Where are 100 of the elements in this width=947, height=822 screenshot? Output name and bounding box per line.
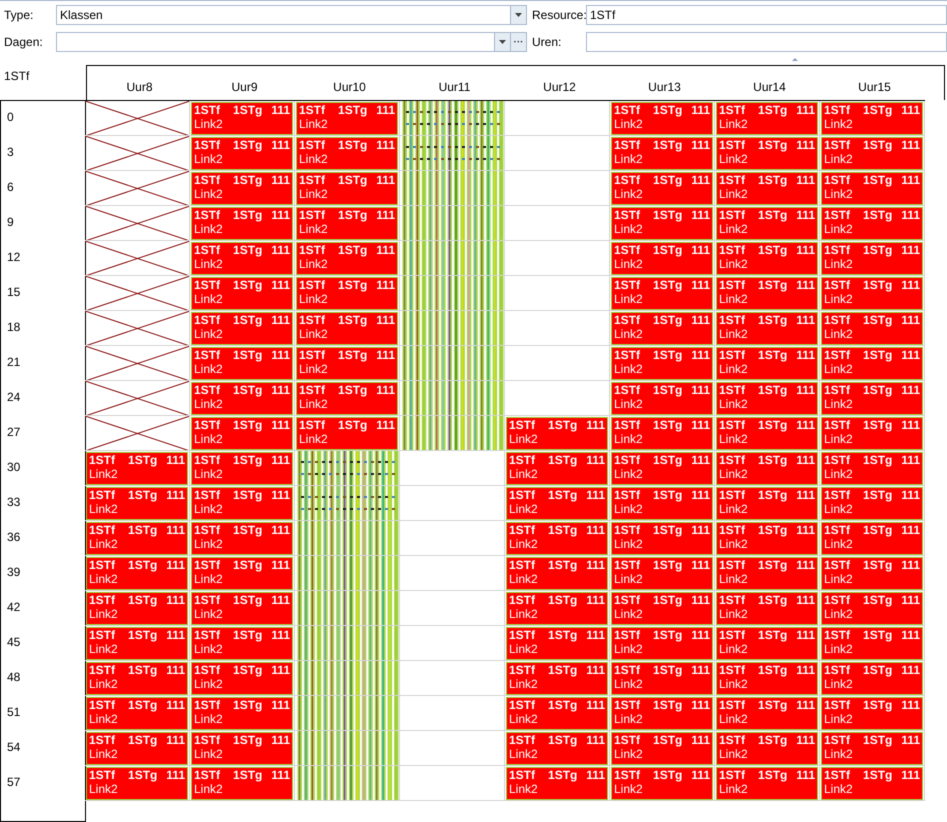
lesson-card[interactable]: 1STf 1STg 111 Link2 bbox=[86, 732, 188, 765]
lesson-card[interactable]: 1STf 1STg 111 Link2 bbox=[716, 627, 818, 660]
dagen-dropdown[interactable]: ··· bbox=[56, 32, 527, 52]
lesson-card[interactable]: 1STf 1STg 111 Link2 bbox=[611, 277, 713, 310]
lesson-card[interactable]: 1STf 1STg 111 Link2 bbox=[716, 242, 818, 275]
lesson-card[interactable]: 1STf 1STg 111 Link2 bbox=[86, 662, 188, 695]
lesson-card[interactable]: 1STf 1STg 111 Link2 bbox=[191, 347, 293, 380]
lesson-card[interactable]: 1STf 1STg 111 Link2 bbox=[821, 417, 923, 450]
lesson-card[interactable]: 1STf 1STg 111 Link2 bbox=[191, 662, 293, 695]
lesson-card[interactable]: 1STf 1STg 111 Link2 bbox=[821, 487, 923, 520]
lesson-card[interactable]: 1STf 1STg 111 Link2 bbox=[821, 347, 923, 380]
lesson-card[interactable]: 1STf 1STg 111 Link2 bbox=[716, 662, 818, 695]
lesson-card[interactable]: 1STf 1STg 111 Link2 bbox=[716, 382, 818, 415]
lesson-card[interactable]: 1STf 1STg 111 Link2 bbox=[821, 522, 923, 555]
lesson-card[interactable]: 1STf 1STg 111 Link2 bbox=[716, 732, 818, 765]
lesson-card[interactable]: 1STf 1STg 111 Link2 bbox=[506, 487, 608, 520]
lesson-card[interactable]: 1STf 1STg 111 Link2 bbox=[506, 662, 608, 695]
lesson-card[interactable]: 1STf 1STg 111 Link2 bbox=[821, 732, 923, 765]
lesson-card[interactable]: 1STf 1STg 111 Link2 bbox=[191, 557, 293, 590]
column-header[interactable]: Uur11 bbox=[402, 78, 507, 96]
lesson-card[interactable]: 1STf 1STg 111 Link2 bbox=[296, 417, 398, 450]
lesson-card[interactable]: 1STf 1STg 111 Link2 bbox=[611, 347, 713, 380]
dropdown-caret-icon[interactable] bbox=[499, 40, 506, 44]
lesson-card[interactable]: 1STf 1STg 111 Link2 bbox=[821, 627, 923, 660]
lesson-card[interactable]: 1STf 1STg 111 Link2 bbox=[86, 522, 188, 555]
lesson-card[interactable]: 1STf 1STg 111 Link2 bbox=[716, 557, 818, 590]
lesson-card[interactable]: 1STf 1STg 111 Link2 bbox=[611, 242, 713, 275]
lesson-card[interactable]: 1STf 1STg 111 Link2 bbox=[611, 137, 713, 170]
lesson-card[interactable]: 1STf 1STg 111 Link2 bbox=[296, 277, 398, 310]
lesson-card[interactable]: 1STf 1STg 111 Link2 bbox=[716, 102, 818, 135]
lesson-card[interactable]: 1STf 1STg 111 Link2 bbox=[716, 522, 818, 555]
lesson-card[interactable]: 1STf 1STg 111 Link2 bbox=[611, 312, 713, 345]
lesson-card[interactable]: 1STf 1STg 111 Link2 bbox=[296, 172, 398, 205]
lesson-card[interactable]: 1STf 1STg 111 Link2 bbox=[611, 557, 713, 590]
lesson-card[interactable]: 1STf 1STg 111 Link2 bbox=[716, 172, 818, 205]
type-dropdown[interactable]: Klassen bbox=[56, 5, 527, 25]
lesson-card[interactable]: 1STf 1STg 111 Link2 bbox=[191, 522, 293, 555]
lesson-card[interactable]: 1STf 1STg 111 Link2 bbox=[716, 452, 818, 485]
lesson-card[interactable]: 1STf 1STg 111 Link2 bbox=[506, 452, 608, 485]
column-header[interactable]: Uur13 bbox=[612, 78, 717, 96]
lesson-card[interactable]: 1STf 1STg 111 Link2 bbox=[86, 627, 188, 660]
lesson-card[interactable]: 1STf 1STg 111 Link2 bbox=[611, 697, 713, 730]
lesson-card[interactable]: 1STf 1STg 111 Link2 bbox=[716, 207, 818, 240]
lesson-card[interactable]: 1STf 1STg 111 Link2 bbox=[191, 312, 293, 345]
lesson-card[interactable]: 1STf 1STg 111 Link2 bbox=[506, 592, 608, 625]
lesson-card[interactable]: 1STf 1STg 111 Link2 bbox=[611, 592, 713, 625]
lesson-card[interactable]: 1STf 1STg 111 Link2 bbox=[506, 522, 608, 555]
lesson-card[interactable]: 1STf 1STg 111 Link2 bbox=[821, 382, 923, 415]
lesson-card[interactable]: 1STf 1STg 111 Link2 bbox=[821, 557, 923, 590]
lesson-card[interactable]: 1STf 1STg 111 Link2 bbox=[821, 697, 923, 730]
lesson-card[interactable]: 1STf 1STg 111 Link2 bbox=[191, 417, 293, 450]
resource-field[interactable]: 1STf bbox=[586, 5, 947, 25]
lesson-card[interactable]: 1STf 1STg 111 Link2 bbox=[191, 697, 293, 730]
lesson-card[interactable]: 1STf 1STg 111 Link2 bbox=[506, 697, 608, 730]
lesson-card[interactable]: 1STf 1STg 111 Link2 bbox=[296, 382, 398, 415]
lesson-card[interactable]: 1STf 1STg 111 Link2 bbox=[86, 487, 188, 520]
uren-field[interactable] bbox=[586, 32, 947, 52]
dropdown-caret-icon[interactable] bbox=[515, 13, 522, 17]
lesson-card[interactable]: 1STf 1STg 111 Link2 bbox=[611, 417, 713, 450]
more-button[interactable]: ··· bbox=[510, 33, 526, 51]
lesson-card[interactable]: 1STf 1STg 111 Link2 bbox=[191, 767, 293, 800]
column-header[interactable]: Uur15 bbox=[822, 78, 927, 96]
lesson-card[interactable]: 1STf 1STg 111 Link2 bbox=[821, 312, 923, 345]
lesson-card[interactable]: 1STf 1STg 111 Link2 bbox=[191, 137, 293, 170]
lesson-card[interactable]: 1STf 1STg 111 Link2 bbox=[611, 522, 713, 555]
column-header[interactable]: Uur12 bbox=[507, 78, 612, 96]
lesson-card[interactable]: 1STf 1STg 111 Link2 bbox=[611, 662, 713, 695]
lesson-card[interactable]: 1STf 1STg 111 Link2 bbox=[821, 592, 923, 625]
lesson-card[interactable]: 1STf 1STg 111 Link2 bbox=[716, 592, 818, 625]
lesson-card[interactable]: 1STf 1STg 111 Link2 bbox=[821, 172, 923, 205]
lesson-card[interactable]: 1STf 1STg 111 Link2 bbox=[191, 382, 293, 415]
splitter-arrow-icon[interactable] bbox=[792, 58, 798, 61]
column-header[interactable]: Uur9 bbox=[192, 78, 297, 96]
lesson-card[interactable]: 1STf 1STg 111 Link2 bbox=[191, 277, 293, 310]
lesson-card[interactable]: 1STf 1STg 111 Link2 bbox=[506, 417, 608, 450]
lesson-card[interactable]: 1STf 1STg 111 Link2 bbox=[821, 662, 923, 695]
lesson-card[interactable]: 1STf 1STg 111 Link2 bbox=[611, 102, 713, 135]
lesson-card[interactable]: 1STf 1STg 111 Link2 bbox=[506, 732, 608, 765]
lesson-card[interactable]: 1STf 1STg 111 Link2 bbox=[296, 207, 398, 240]
lesson-card[interactable]: 1STf 1STg 111 Link2 bbox=[716, 417, 818, 450]
lesson-card[interactable]: 1STf 1STg 111 Link2 bbox=[821, 207, 923, 240]
lesson-card[interactable]: 1STf 1STg 111 Link2 bbox=[611, 172, 713, 205]
lesson-card[interactable]: 1STf 1STg 111 Link2 bbox=[191, 172, 293, 205]
column-header[interactable]: Uur10 bbox=[297, 78, 402, 96]
lesson-card[interactable]: 1STf 1STg 111 Link2 bbox=[821, 242, 923, 275]
lesson-card[interactable]: 1STf 1STg 111 Link2 bbox=[86, 452, 188, 485]
lesson-card[interactable]: 1STf 1STg 111 Link2 bbox=[296, 312, 398, 345]
lesson-card[interactable]: 1STf 1STg 111 Link2 bbox=[506, 627, 608, 660]
lesson-card[interactable]: 1STf 1STg 111 Link2 bbox=[611, 382, 713, 415]
lesson-card[interactable]: 1STf 1STg 111 Link2 bbox=[611, 207, 713, 240]
lesson-card[interactable]: 1STf 1STg 111 Link2 bbox=[821, 277, 923, 310]
lesson-card[interactable]: 1STf 1STg 111 Link2 bbox=[86, 697, 188, 730]
lesson-card[interactable]: 1STf 1STg 111 Link2 bbox=[821, 452, 923, 485]
lesson-card[interactable]: 1STf 1STg 111 Link2 bbox=[86, 767, 188, 800]
lesson-card[interactable]: 1STf 1STg 111 Link2 bbox=[611, 487, 713, 520]
lesson-card[interactable]: 1STf 1STg 111 Link2 bbox=[821, 102, 923, 135]
lesson-card[interactable]: 1STf 1STg 111 Link2 bbox=[611, 627, 713, 660]
lesson-card[interactable]: 1STf 1STg 111 Link2 bbox=[716, 767, 818, 800]
lesson-card[interactable]: 1STf 1STg 111 Link2 bbox=[716, 312, 818, 345]
lesson-card[interactable]: 1STf 1STg 111 Link2 bbox=[191, 627, 293, 660]
